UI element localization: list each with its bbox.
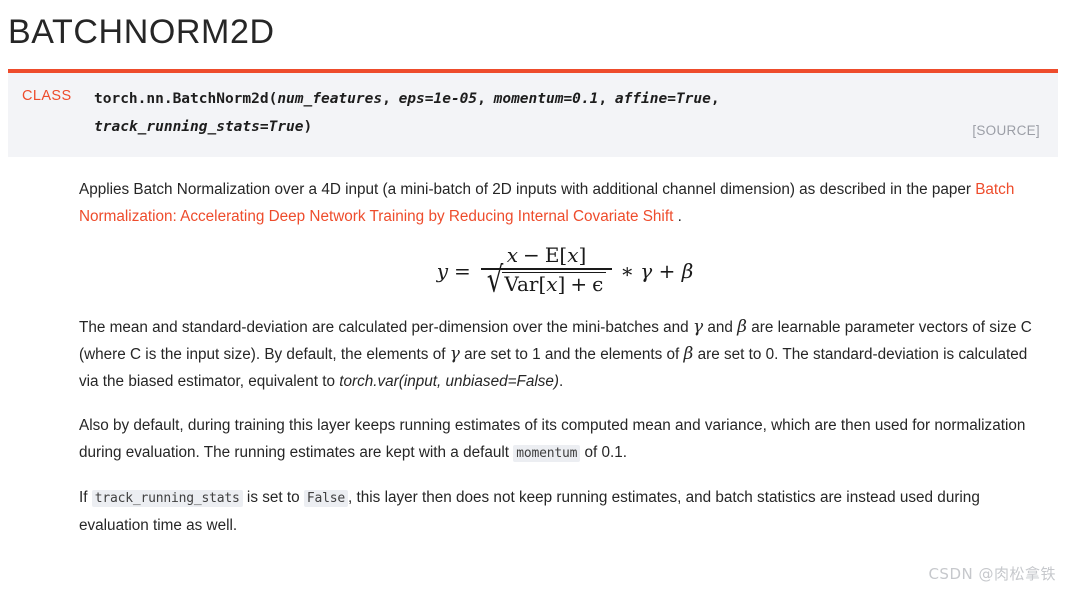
formula-times: ∗ — [620, 258, 634, 283]
formula-plus: + — [658, 258, 676, 283]
signature-param-track-running-stats: track_running_stats=True — [94, 119, 304, 135]
signature-qualified-name: torch.nn.BatchNorm2d( — [94, 91, 278, 107]
formula-expression: y = x − E[x] √ Var[x] + ϵ ∗ γ + β — [436, 245, 694, 298]
formula-radicand: Var[x] + ϵ — [502, 271, 607, 297]
paragraph-track-b: is set to — [242, 489, 304, 507]
momentum-code-token: momentum — [513, 445, 581, 463]
formula-num-inner-x: x — [567, 243, 579, 267]
torch-var-reference: torch.var(input, unbiased=False) — [339, 373, 560, 391]
paragraph-mean-std-d: are set to 1 and the elements of — [459, 346, 684, 364]
paragraph-mean-std-f: . — [559, 373, 564, 391]
formula-gamma: γ — [640, 258, 653, 283]
signature-param-num-features: num_features — [277, 91, 383, 107]
paragraph-mean-std: The mean and standard-deviation are calc… — [79, 314, 1051, 395]
paragraph-spacer-1 — [79, 396, 1051, 412]
track-running-stats-code-token: track_running_stats — [91, 490, 243, 508]
formula-den-var-fn: Var — [504, 271, 539, 296]
false-code-token: False — [303, 490, 349, 508]
signature-param-momentum: momentum=0.1 — [493, 91, 599, 107]
signature-param-affine: affine=True — [614, 91, 711, 107]
normalization-formula: y = x − E[x] √ Var[x] + ϵ ∗ γ + β — [79, 231, 1051, 314]
formula-numerator: x − E[x] — [501, 245, 593, 268]
class-signature-box: CLASS torch.nn.BatchNorm2d(num_features,… — [8, 69, 1058, 157]
gamma-symbol-2: γ — [449, 344, 460, 365]
csdn-watermark: CSDN @肉松拿铁 — [928, 565, 1056, 583]
formula-fraction: x − E[x] √ Var[x] + ϵ — [480, 245, 613, 298]
formula-sqrt: √ Var[x] + ϵ — [487, 263, 607, 298]
source-link[interactable]: [SOURCE] — [972, 123, 1040, 138]
signature-closing-paren: ) — [303, 119, 313, 135]
paragraph-spacer-2 — [79, 468, 1051, 484]
page-title: BATCHNORM2D — [8, 13, 275, 51]
formula-equals: = — [454, 258, 471, 283]
formula-num-minus: − — [523, 243, 540, 267]
formula-denominator: √ Var[x] + ϵ — [481, 263, 613, 298]
beta-symbol: β — [737, 317, 747, 338]
documentation-body: Applies Batch Normalization over a 4D in… — [79, 176, 1051, 540]
paragraph-description-text-end: . — [673, 208, 682, 225]
paragraph-mean-std-b: and — [703, 319, 738, 337]
formula-den-epsilon: ϵ — [592, 271, 604, 296]
class-keyword-label: CLASS — [22, 88, 72, 104]
paragraph-track-running-stats: If track_running_stats is set to False, … — [79, 484, 1051, 539]
paragraph-description-text-start: Applies Batch Normalization over a 4D in… — [79, 181, 976, 198]
paragraph-description: Applies Batch Normalization over a 4D in… — [79, 176, 1051, 230]
formula-den-inner-x: x — [546, 271, 558, 296]
signature-param-eps: eps=1e-05 — [398, 91, 478, 107]
paragraph-track-a: If — [79, 489, 92, 507]
beta-symbol-2: β — [683, 344, 694, 365]
paragraph-running-estimates: Also by default, during training this la… — [79, 412, 1051, 467]
formula-num-bracket-close: ] — [578, 243, 587, 267]
formula-den-plus: + — [570, 271, 588, 296]
class-signature-code: torch.nn.BatchNorm2d(num_features, eps=1… — [94, 91, 720, 135]
signature-row: CLASS torch.nn.BatchNorm2d(num_features,… — [8, 85, 1058, 141]
paragraph-mean-std-a: The mean and standard-deviation are calc… — [79, 319, 693, 337]
formula-tail: ∗ γ + β — [620, 261, 693, 281]
formula-beta: β — [681, 258, 694, 283]
paragraph-running-estimates-b: of 0.1. — [580, 444, 628, 462]
formula-num-x: x — [506, 243, 519, 267]
formula-den-bracket-close: ] — [557, 271, 566, 296]
formula-radical-sign: √ — [486, 260, 504, 301]
formula-num-expectation: E — [544, 243, 560, 267]
formula-lhs: y — [436, 258, 449, 283]
gamma-symbol: γ — [692, 317, 704, 338]
